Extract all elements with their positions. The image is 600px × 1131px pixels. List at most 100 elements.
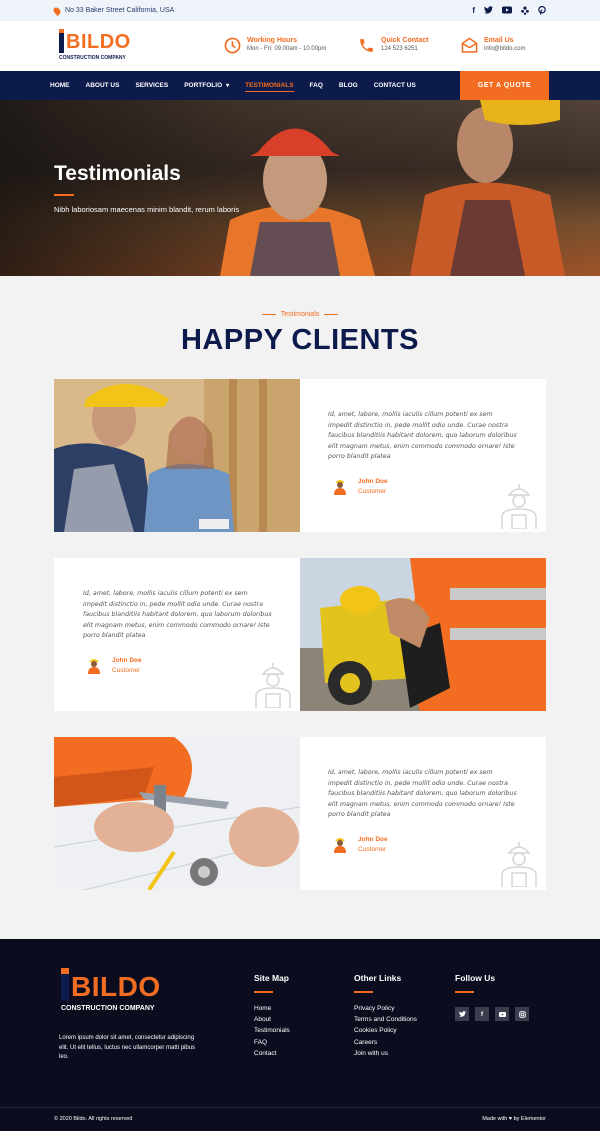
testimonial-photo-couple [54,379,300,532]
testimonial-author: John Doe Customer [332,835,388,853]
youtube-icon[interactable] [502,6,512,14]
testimonial-photo-caliper [54,737,300,890]
logo[interactable]: BILDO CONSTRUCTION COMPANY [59,28,131,61]
worker-avatar-icon [334,480,346,495]
clock-icon [224,37,241,54]
link-careers[interactable]: Careers [354,1037,417,1048]
testimonial-card: Id, amet, labore, mollis iaculis cillum … [54,558,546,711]
site-header: BILDO CONSTRUCTION COMPANY Working Hours… [0,21,600,71]
sitemap-link-testimonials[interactable]: Testimonials [254,1025,290,1036]
author-name: John Doe [358,477,388,485]
footer-divider [0,1107,600,1108]
nav-services[interactable]: SERVICES [135,71,168,100]
logo-text: BILDO [66,31,131,53]
footer-logo-text: BILDO [71,971,161,1002]
author-name: John Doe [358,835,388,843]
logo-subtitle: CONSTRUCTION COMPANY [59,54,126,61]
copyright: © 2020 Bildo. All rights reserved [54,1116,133,1122]
testimonial-text: Id, amet, labore, mollis iaculis cillum … [328,411,517,460]
email-title: Email Us [484,37,514,44]
address-text: No 33 Baker Street California, USA [65,7,175,14]
link-cookies-policy[interactable]: Cookies Policy [354,1025,417,1036]
link-terms[interactable]: Terms and Conditions [354,1014,417,1025]
worker-outline-icon [255,663,291,708]
logo-mark-icon [61,968,69,1001]
other-links-title: Other Links [354,973,402,983]
link-privacy-policy[interactable]: Privacy Policy [354,1003,417,1014]
worker-outline-icon [501,484,537,529]
sitemap-title: Site Map [254,973,289,983]
section-tag: Testimonials [0,311,600,318]
testimonial-card: Id, amet, labore, mollis iaculis cillum … [54,379,546,532]
testimonial-author: John Doe Customer [332,477,388,495]
footer-description: Lorem ipsum dolor sit amet, consectetur … [59,1035,196,1060]
chevron-down-icon: ▾ [226,83,230,89]
hero-worker-image [220,128,375,276]
author-name: John Doe [112,656,142,664]
follow-us-underline [455,991,474,993]
testimonial-card: Id, amet, labore, mollis iaculis cillum … [54,737,546,890]
twitter-icon[interactable] [484,6,493,14]
main-nav: HOME ABOUT US SERVICES PORTFOLIO ▾ TESTI… [0,71,600,100]
worker-avatar-icon [334,838,346,853]
made-with-credit[interactable]: Made with ♥ by Elementor [482,1116,546,1122]
hero-second-worker-image [410,100,565,276]
sitemap-underline [254,991,273,993]
top-social-links: f [472,6,546,15]
nav-testimonials[interactable]: TESTIMONIALS [245,71,294,100]
author-role: Customer [358,845,387,853]
youtube-icon[interactable] [495,1007,509,1021]
quick-contact-value[interactable]: 124 523 6251 [381,46,428,52]
testimonial-text: Id, amet, labore, mollis iaculis cillum … [328,769,517,818]
working-hours-title: Working Hours [247,37,298,44]
footer-follow-us: Follow Us f [455,973,529,1021]
testimonial-photo-roller [300,558,546,711]
logo-mark-icon [59,28,64,53]
footer-logo-subtitle: CONSTRUCTION COMPANY [61,1005,155,1012]
link-join-with-us[interactable]: Join with us [354,1048,417,1059]
sitemap-link-contact[interactable]: Contact [254,1048,290,1059]
facebook-icon[interactable]: f [475,1007,489,1021]
nav-about-us[interactable]: ABOUT US [86,71,120,100]
nav-blog[interactable]: BLOG [339,71,358,100]
quick-contact-title: Quick Contact [381,37,429,44]
footer-logo[interactable]: BILDO CONSTRUCTION COMPANY [61,968,161,1012]
follow-us-title: Follow Us [455,973,496,983]
working-hours: Working Hours Mon - Fri: 09.00am - 10.00… [224,37,326,54]
testimonial-text: Id, amet, labore, mollis iaculis cillum … [83,590,272,639]
sitemap-link-faq[interactable]: FAQ [254,1037,290,1048]
sitemap-link-about[interactable]: About [254,1014,290,1025]
quick-contact: Quick Contact 124 523 6251 [358,37,428,54]
working-hours-value: Mon - Fri: 09.00am - 10.00pm [247,46,327,52]
hero-title-underline [54,194,74,196]
footer-social-links: f [455,1007,529,1021]
section-title: HAPPY CLIENTS [180,324,419,356]
site-footer: BILDO CONSTRUCTION COMPANY Lorem ipsum d… [0,939,600,1131]
worker-outline-icon [501,842,537,887]
facebook-icon[interactable]: f [472,6,475,15]
top-bar: No 33 Baker Street California, USA f [0,0,600,21]
sitemap-link-home[interactable]: Home [254,1003,290,1014]
location-pin-icon [52,5,62,16]
email-value[interactable]: info@bildo.com [484,46,525,52]
author-role: Customer [112,666,141,674]
nav-portfolio[interactable]: PORTFOLIO ▾ [184,71,229,100]
page-hero: Testimonials Nibh laboriosam maecenas mi… [0,100,600,276]
email-us: Email Us info@bildo.com [461,37,525,54]
address: No 33 Baker Street California, USA [52,5,175,16]
twitter-icon[interactable] [455,1007,469,1021]
nav-contact-us[interactable]: CONTACT US [374,71,416,100]
yelp-icon[interactable] [521,6,529,15]
phone-icon [360,39,373,52]
footer-other-links: Other Links Privacy Policy Terms and Con… [354,973,417,1059]
hero-subtitle: Nibh laboriosam maecenas minim blandit, … [54,205,240,214]
get-a-quote-button[interactable]: GET A QUOTE [460,71,549,100]
worker-avatar-icon [88,659,100,674]
nav-faq[interactable]: FAQ [310,71,323,100]
nav-portfolio-label: PORTFOLIO [184,82,223,89]
instagram-icon[interactable] [515,1007,529,1021]
nav-home[interactable]: HOME [50,71,70,100]
other-links-underline [354,991,373,993]
pinterest-icon[interactable] [538,6,546,15]
author-role: Customer [358,487,387,495]
